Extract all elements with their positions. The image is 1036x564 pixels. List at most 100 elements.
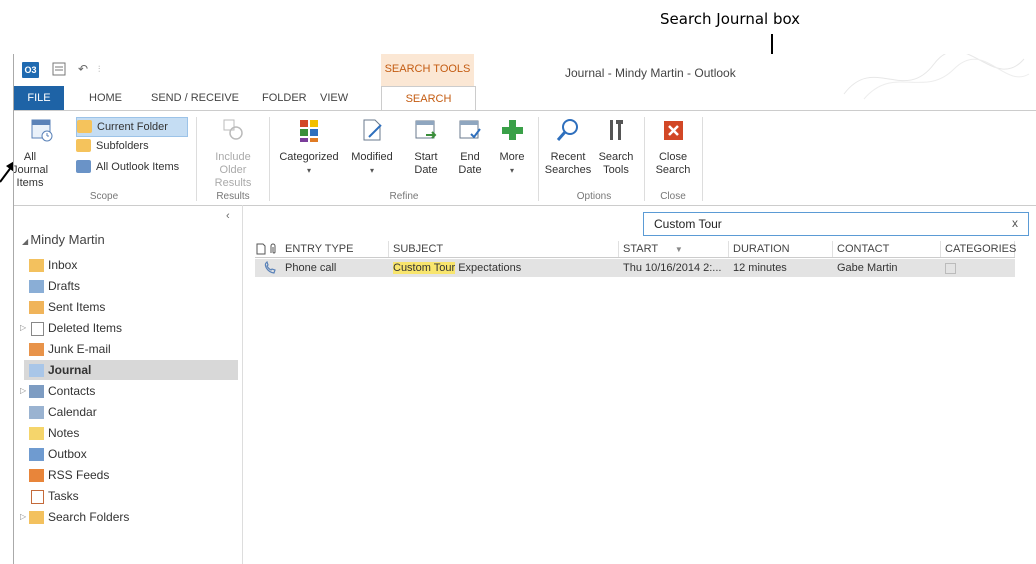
options-group-label: Options (576, 191, 612, 202)
document-column-icon[interactable] (255, 243, 267, 255)
search-tools-button[interactable]: Search Tools (594, 117, 638, 177)
cell-start: Thu 10/16/2014 2:... (623, 262, 722, 274)
category-box-icon (945, 263, 956, 274)
search-input[interactable] (652, 216, 986, 232)
modified-icon (363, 119, 382, 141)
folder-icon (77, 120, 92, 133)
clear-search-icon[interactable]: x (1012, 216, 1018, 230)
folder-label: Tasks (48, 489, 79, 503)
folder-label: Notes (48, 426, 80, 440)
folder-item-journal[interactable]: Journal (24, 360, 238, 380)
current-folder-label: Current Folder (97, 121, 168, 133)
phone-call-icon (264, 261, 276, 274)
outlook-app-icon: O3 (22, 62, 39, 78)
folder-item-calendar[interactable]: Calendar (24, 402, 238, 422)
expand-arrow-icon[interactable]: ▷ (20, 507, 26, 527)
header-entry-type[interactable]: ENTRY TYPE (281, 241, 389, 257)
folder-label: Drafts (48, 279, 81, 293)
folder-item-rss-feeds[interactable]: RSS Feeds (24, 465, 238, 485)
header-subject[interactable]: SUBJECT (389, 241, 619, 257)
chevron-down-icon: ▾ (306, 166, 311, 175)
attachment-column-icon[interactable] (268, 243, 278, 255)
recent-searches-button[interactable]: Recent Searches (544, 117, 592, 177)
categorized-label: Categorized (279, 151, 339, 163)
results-group-label: Results (216, 191, 250, 202)
folder-item-search-folders[interactable]: ▷ Search Folders (20, 507, 238, 527)
tasks-icon (31, 490, 44, 504)
close-group-label: Close (660, 191, 686, 202)
header-duration[interactable]: DURATION (729, 241, 833, 257)
search-tools-context-label: SEARCH TOOLS (381, 54, 474, 86)
tab-search[interactable]: SEARCH (381, 86, 476, 111)
folder-item-inbox[interactable]: Inbox (24, 255, 238, 275)
search-journal-box[interactable]: x (643, 212, 1029, 236)
folder-label: Deleted Items (48, 321, 123, 335)
folder-item-deleted-items[interactable]: ▷ Deleted Items (20, 318, 238, 338)
folder-label: RSS Feeds (48, 468, 110, 482)
folder-item-notes[interactable]: Notes (24, 423, 238, 443)
tab-home[interactable]: HOME (89, 86, 122, 110)
account-name[interactable]: ◢ Mindy Martin (22, 232, 105, 247)
ribbon-separator (196, 117, 197, 201)
cell-categories (941, 259, 1015, 277)
outbox-icon (29, 448, 44, 461)
folder-item-drafts[interactable]: Drafts (24, 276, 238, 296)
tab-folder[interactable]: FOLDER (262, 86, 307, 110)
tools-icon (610, 120, 623, 140)
search-match-highlight: Custom Tour (393, 262, 456, 274)
ribbon-separator (702, 117, 703, 201)
end-date-label: End Date (458, 151, 482, 176)
subfolders-button[interactable]: Subfolders (76, 137, 149, 155)
expand-arrow-icon[interactable]: ▷ (20, 381, 26, 401)
undo-icon[interactable]: ↶ (78, 62, 88, 76)
send-receive-all-icon[interactable] (52, 62, 67, 77)
more-button[interactable]: More ▾ (494, 117, 530, 177)
start-date-button[interactable]: Start Date (406, 117, 446, 177)
magnifier-icon (556, 119, 578, 141)
subfolders-label: Subfolders (96, 140, 149, 152)
inbox-icon (29, 259, 44, 272)
folder-label: Search Folders (48, 510, 130, 524)
contacts-icon (29, 385, 44, 398)
include-older-results-button[interactable]: Include Older Results (204, 117, 262, 190)
drafts-icon (29, 280, 44, 293)
all-outlook-items-label: All Outlook Items (96, 161, 180, 173)
close-search-button[interactable]: Close Search (650, 117, 696, 177)
rss-icon (29, 469, 44, 482)
current-folder-button[interactable]: Current Folder (76, 117, 188, 137)
folder-item-contacts[interactable]: ▷ Contacts (20, 381, 238, 401)
folder-item-outbox[interactable]: Outbox (24, 444, 238, 464)
scope-group-label: Scope (89, 191, 119, 202)
categorized-icon (300, 120, 318, 142)
search-folder-icon (29, 511, 44, 524)
folder-item-junk-email[interactable]: Junk E-mail (24, 339, 238, 359)
folder-label: Journal (48, 363, 92, 377)
folder-label: Contacts (48, 384, 96, 398)
outlook-window: O3 ↶ ⫶ SEARCH TOOLS Journal - Mindy Mart… (13, 54, 1036, 564)
collapse-pane-icon[interactable]: ‹ (226, 210, 230, 222)
header-start[interactable]: START ▼ (619, 241, 729, 257)
tab-file[interactable]: FILE (14, 86, 64, 110)
table-row[interactable]: Phone call Custom Tour Expectations Thu … (255, 259, 1015, 277)
tab-send-receive[interactable]: SEND / RECEIVE (151, 86, 239, 110)
folder-item-sent-items[interactable]: Sent Items (24, 297, 238, 317)
customize-qa-icon[interactable]: ⫶ (98, 64, 100, 75)
modified-button[interactable]: Modified ▾ (344, 117, 400, 177)
end-date-button[interactable]: End Date (450, 117, 490, 177)
folder-item-tasks[interactable]: Tasks (24, 486, 238, 506)
chevron-down-icon: ▾ (509, 166, 514, 175)
trash-icon (31, 322, 44, 336)
header-categories[interactable]: CATEGORIES (941, 241, 1016, 257)
categorized-button[interactable]: Categorized ▾ (276, 117, 342, 177)
tab-view[interactable]: VIEW (320, 86, 348, 110)
all-outlook-items-button[interactable]: All Outlook Items (76, 158, 179, 176)
refine-group-label: Refine (389, 191, 419, 202)
all-journal-items-button[interactable]: All Journal Items (14, 117, 70, 190)
search-tools-label: Search Tools (598, 151, 634, 176)
all-journal-items-label: All Journal Items (13, 151, 49, 189)
close-search-label: Close Search (655, 151, 691, 176)
include-older-results-label: Include Older Results (214, 151, 252, 189)
expand-arrow-icon[interactable]: ▷ (20, 318, 26, 338)
header-contact[interactable]: CONTACT (833, 241, 941, 257)
folder-label: Inbox (48, 258, 78, 272)
